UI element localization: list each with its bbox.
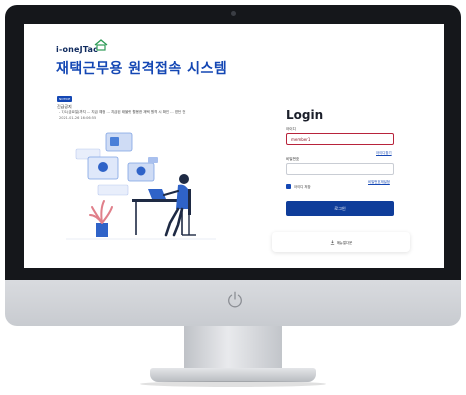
login-title: Login (286, 108, 324, 122)
download-icon (330, 239, 334, 244)
notice-badge: NOTICE (57, 96, 73, 102)
reset-password-link[interactable]: 비밀번호재설정 (368, 179, 390, 184)
manual-download-button[interactable]: 매뉴얼다운 (272, 232, 410, 252)
power-icon (228, 291, 242, 308)
remember-checkbox[interactable] (286, 184, 291, 189)
screen: i-oneJTac 재택근무용 원격접속 시스템 NOTICE 긴급공지 - 7… (24, 24, 444, 268)
id-label: 아이디 (286, 127, 296, 131)
stand-shadow (140, 381, 326, 387)
manual-download-label: 매뉴얼다운 (336, 240, 353, 245)
camera-icon (231, 11, 236, 16)
house-icon (94, 39, 108, 51)
monitor-stand-base (150, 368, 316, 382)
find-id-link[interactable]: 아이디찾기 (376, 150, 392, 155)
monitor-stand-neck (184, 326, 282, 370)
remember-label: 아이디 저장 (294, 185, 311, 189)
login-button[interactable]: 로그인 (286, 201, 394, 216)
password-input[interactable] (286, 163, 394, 175)
login-button-label: 로그인 (334, 205, 346, 211)
remote-work-illustration (66, 127, 216, 245)
notice-date: 2021-01-26 16:06:55 (59, 116, 97, 120)
notice-body[interactable]: - 7/1(금요일)까지 ... 지급 예정 ... 지급된 태블릿 활용한 재… (59, 110, 186, 115)
remember-id[interactable]: 아이디 저장 (286, 184, 311, 189)
password-label: 비밀번호 (286, 157, 300, 161)
logo-text: i-oneJTac (56, 44, 99, 54)
page-title: 재택근무용 원격접속 시스템 (56, 61, 228, 77)
id-input[interactable]: member1 (286, 133, 394, 145)
logo: i-oneJTac (56, 39, 108, 56)
